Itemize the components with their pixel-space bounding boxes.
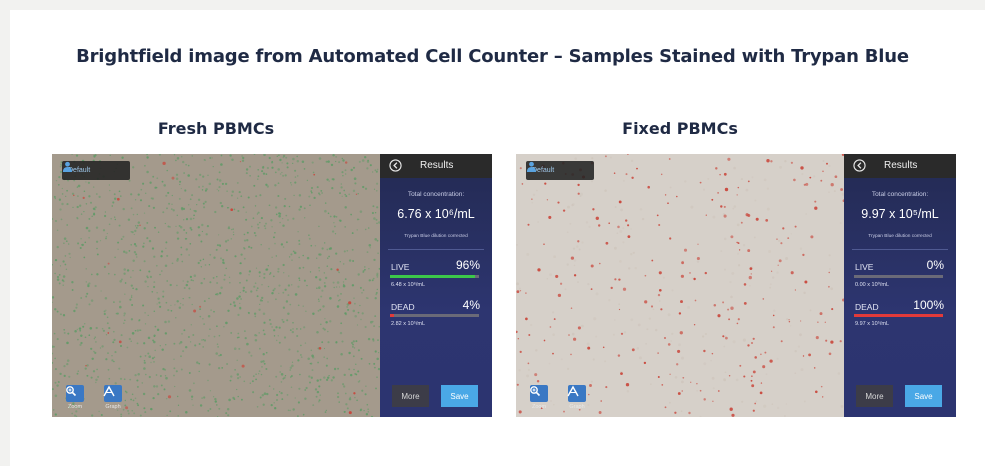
live-bar-fill	[390, 275, 476, 278]
cell-counter-screen-fresh: Default Zoom Graph Results Total concent…	[52, 154, 492, 417]
dead-bar	[390, 314, 479, 317]
more-button[interactable]: More	[856, 385, 893, 407]
cell-field-fresh	[52, 154, 380, 417]
live-bar	[854, 275, 943, 278]
total-concentration-value: 9.97 x 10⁵/mL	[861, 207, 939, 221]
brightfield-image-fixed: Default Zoom Graph	[516, 154, 844, 417]
total-concentration-label: Total concentration:	[871, 191, 929, 198]
save-button[interactable]: Save	[905, 385, 942, 407]
graph-icon	[567, 385, 586, 402]
dead-concentration: 2.82 x 10⁵/mL	[391, 321, 426, 327]
brightfield-image-fresh: Default Zoom Graph	[52, 154, 380, 417]
more-button[interactable]: More	[392, 385, 429, 407]
graph-label: Graph	[569, 404, 585, 410]
panel-title-fixed: Fixed PBMCs	[622, 119, 738, 138]
graph-label: Graph	[105, 404, 121, 410]
graph-button[interactable]: Graph	[103, 385, 123, 410]
graph-icon	[103, 385, 122, 402]
divider	[388, 249, 484, 250]
live-percent: 0%	[926, 258, 944, 272]
live-concentration: 0.00 x 10⁰/mL	[855, 282, 890, 288]
results-title: Results	[420, 160, 454, 171]
dead-bar	[854, 314, 943, 317]
dilution-note: Trypan Blue dilution corrected	[404, 234, 468, 239]
live-bar	[390, 275, 479, 278]
zoom-button[interactable]: Zoom	[529, 385, 549, 410]
figure-title: Brightfield image from Automated Cell Co…	[76, 46, 909, 67]
panel-title-fresh: Fresh PBMCs	[157, 119, 275, 138]
dead-label: DEAD	[391, 302, 415, 312]
cell-field-fixed	[516, 154, 844, 417]
dead-bar-fill	[854, 314, 943, 317]
zoom-label: Zoom	[67, 404, 83, 410]
cell-counter-screen-fixed: Default Zoom Graph Results Total concent…	[516, 154, 956, 417]
results-panel-fixed: Results Total concentration: 9.97 x 10⁵/…	[844, 154, 956, 417]
back-arrow-icon[interactable]	[853, 159, 866, 172]
results-header: Results	[844, 154, 956, 178]
total-concentration-value: 6.76 x 10⁶/mL	[397, 207, 475, 221]
zoom-icon	[66, 385, 84, 402]
back-arrow-icon[interactable]	[389, 159, 402, 172]
total-concentration-label: Total concentration:	[407, 191, 465, 198]
zoom-button[interactable]: Zoom	[65, 385, 85, 410]
zoom-icon	[530, 385, 548, 402]
live-label: LIVE	[391, 262, 410, 272]
results-header: Results	[380, 154, 492, 178]
save-button[interactable]: Save	[441, 385, 478, 407]
dead-label: DEAD	[855, 302, 879, 312]
profile-button[interactable]: Default	[62, 161, 130, 180]
dilution-note: Trypan Blue dilution corrected	[868, 234, 932, 239]
dead-bar-fill	[390, 314, 394, 317]
live-percent: 96%	[455, 258, 480, 272]
live-concentration: 6.48 x 10⁶/mL	[391, 282, 426, 288]
person-icon	[62, 161, 73, 172]
divider	[852, 249, 948, 250]
results-panel-fresh: Results Total concentration: 6.76 x 10⁶/…	[380, 154, 492, 417]
dead-concentration: 9.97 x 10⁵/mL	[855, 321, 890, 327]
person-icon	[526, 161, 537, 172]
live-label: LIVE	[855, 262, 874, 272]
dead-percent: 4%	[462, 298, 480, 312]
zoom-label: Zoom	[531, 404, 547, 410]
dead-percent: 100%	[913, 298, 944, 312]
graph-button[interactable]: Graph	[567, 385, 587, 410]
results-title: Results	[884, 160, 918, 171]
profile-button[interactable]: Default	[526, 161, 594, 180]
